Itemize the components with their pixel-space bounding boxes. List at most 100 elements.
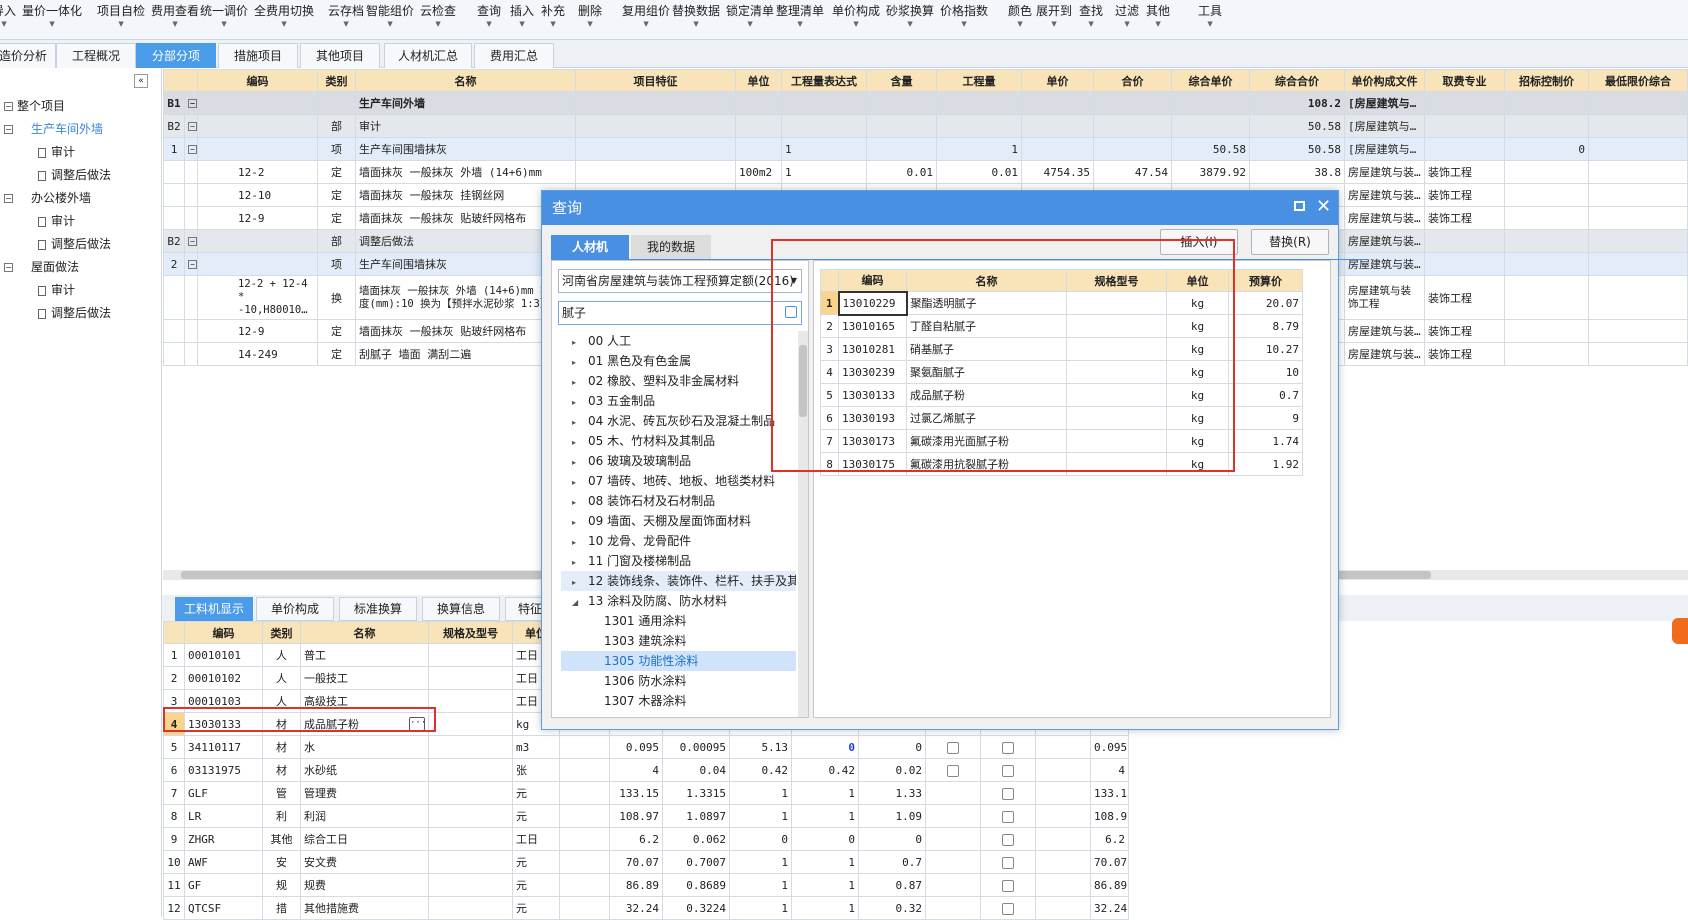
- tab-1[interactable]: 工程概况: [56, 43, 136, 68]
- cell-v3[interactable]: 1: [729, 781, 792, 805]
- cell-total[interactable]: [1093, 137, 1172, 161]
- column-header[interactable]: 预算价: [1228, 269, 1303, 292]
- cell-qty[interactable]: [936, 114, 1022, 138]
- cell-code[interactable]: 12-2: [197, 160, 318, 184]
- cell-check[interactable]: [980, 873, 1036, 897]
- cell-v1[interactable]: 0.095: [609, 735, 663, 759]
- expand-icon[interactable]: −: [4, 194, 13, 203]
- expand-icon[interactable]: −: [4, 125, 13, 134]
- cell-unit[interactable]: [735, 91, 782, 115]
- checkbox[interactable]: [1002, 856, 1014, 869]
- expand-arrow-icon[interactable]: ▸: [572, 473, 588, 493]
- cell-ctrl[interactable]: 0: [1504, 137, 1589, 161]
- tab-2[interactable]: 分部分项: [136, 43, 216, 68]
- cell-v2[interactable]: 0.04: [662, 758, 730, 782]
- cell-spec[interactable]: [428, 666, 513, 690]
- cell-file[interactable]: 房屋建筑与装…: [1344, 183, 1425, 207]
- column-header[interactable]: 工程量表达式: [781, 69, 867, 92]
- cell-price[interactable]: 10: [1228, 360, 1303, 384]
- cell-v5[interactable]: 0: [858, 735, 926, 759]
- cell-major[interactable]: [1424, 91, 1505, 115]
- cell-check[interactable]: [925, 781, 981, 805]
- column-header[interactable]: 单位: [735, 69, 782, 92]
- cell-type[interactable]: [317, 91, 356, 115]
- collapse-icon[interactable]: −: [188, 122, 197, 131]
- tab-0[interactable]: 造价分析: [0, 43, 56, 68]
- cell-type[interactable]: 部: [317, 114, 356, 138]
- cell-expr[interactable]: [781, 114, 867, 138]
- category-item[interactable]: ▸ 09 墙面、天棚及屋面饰面材料: [572, 511, 751, 531]
- replace-button[interactable]: 替换(R): [1251, 229, 1329, 255]
- cell-qty_ratio[interactable]: [866, 91, 937, 115]
- cell-qty_ratio[interactable]: [866, 114, 937, 138]
- cell-name[interactable]: 审计: [355, 114, 576, 138]
- cell-file[interactable]: 房屋建筑与装…: [1344, 160, 1425, 184]
- tab-my-data[interactable]: 我的数据: [631, 235, 711, 259]
- cell-code[interactable]: 00010102: [184, 666, 263, 690]
- toolbar-button-21[interactable]: 展开到 ▼: [1036, 2, 1072, 36]
- column-header[interactable]: 编码: [184, 621, 263, 644]
- bottom-tab-1[interactable]: 单价构成: [256, 597, 334, 621]
- cell-comp_price[interactable]: 50.58: [1171, 137, 1250, 161]
- cell-v4[interactable]: 0: [791, 735, 859, 759]
- cell-price[interactable]: [1021, 137, 1094, 161]
- table-row[interactable]: B1− 生产车间外墙 108.2 [房屋建筑与…: [163, 91, 1688, 115]
- category-item[interactable]: ▸ 07 墙砖、地砖、地板、地毯类材料: [572, 471, 775, 491]
- cell-blank[interactable]: [1588, 206, 1688, 230]
- cell-type[interactable]: 管: [262, 781, 301, 805]
- cell-check[interactable]: [980, 758, 1036, 782]
- bottom-tab-2[interactable]: 标准换算: [339, 597, 417, 621]
- cell-blank[interactable]: [575, 137, 736, 161]
- quota-select[interactable]: 河南省房屋建筑与装饰工程预算定额(2016) ▼: [558, 269, 802, 293]
- cell-unit[interactable]: 元: [512, 896, 560, 920]
- cell-file[interactable]: 房屋建筑与装…: [1344, 319, 1425, 343]
- cell-v2[interactable]: 0.3224: [662, 896, 730, 920]
- cell-ctrl[interactable]: [1504, 319, 1589, 343]
- collapse-panel-icon[interactable]: «: [134, 74, 148, 88]
- cell-v3[interactable]: 1: [729, 873, 792, 897]
- toolbar-button-7[interactable]: 智能组价 ▼: [366, 2, 414, 36]
- toolbar-button-2[interactable]: 项目自检 ▼: [97, 2, 145, 36]
- cell-unit[interactable]: 张: [512, 758, 560, 782]
- cell-file[interactable]: 房屋建筑与装…: [1344, 206, 1425, 230]
- cell-code[interactable]: 12-9: [197, 319, 318, 343]
- cell-name[interactable]: 水砂纸: [300, 758, 429, 782]
- cell-total[interactable]: [1093, 91, 1172, 115]
- cell-name[interactable]: 安文费: [300, 850, 429, 874]
- cell-check[interactable]: [980, 850, 1036, 874]
- cell-check[interactable]: [980, 781, 1036, 805]
- expand-arrow-icon[interactable]: ▸: [572, 453, 588, 473]
- cell-v1[interactable]: 86.89: [609, 873, 663, 897]
- tree-item-6[interactable]: 调整后做法: [38, 234, 111, 254]
- cell-major[interactable]: [1424, 114, 1505, 138]
- checkbox[interactable]: [1002, 879, 1014, 892]
- cell-name[interactable]: 利润: [300, 804, 429, 828]
- cell-name[interactable]: 生产车间外墙: [355, 91, 576, 115]
- cell-v4[interactable]: 1: [791, 873, 859, 897]
- column-header[interactable]: 合价: [1093, 69, 1172, 92]
- cell-v4[interactable]: 1: [791, 896, 859, 920]
- cell-v2[interactable]: 0.062: [662, 827, 730, 851]
- cell-spec[interactable]: [428, 827, 513, 851]
- checkbox[interactable]: [1002, 741, 1014, 754]
- row-toggle[interactable]: −: [184, 229, 198, 253]
- tree-item-0[interactable]: − 整个项目: [4, 96, 65, 116]
- tree-item-9[interactable]: 调整后做法: [38, 303, 111, 323]
- checkbox[interactable]: [1002, 833, 1014, 846]
- cell-ctrl[interactable]: [1504, 91, 1589, 115]
- category-item[interactable]: ◢ 13 涂料及防腐、防水材料: [572, 591, 727, 611]
- category-item[interactable]: 1307 木器涂料: [604, 691, 686, 711]
- cell-expr[interactable]: [781, 91, 867, 115]
- expand-arrow-icon[interactable]: ▸: [572, 533, 588, 553]
- collapse-icon[interactable]: −: [188, 145, 197, 154]
- cell-spec[interactable]: [428, 735, 513, 759]
- column-header[interactable]: 项目特征: [575, 69, 736, 92]
- cell-major[interactable]: 装饰工程: [1424, 160, 1505, 184]
- cell-v1[interactable]: 108.97: [609, 804, 663, 828]
- cell-v4[interactable]: 1: [791, 781, 859, 805]
- cell-type[interactable]: 换: [317, 275, 356, 320]
- cell-code[interactable]: [197, 252, 318, 276]
- cell-type[interactable]: 人: [262, 643, 301, 667]
- cell-unit[interactable]: 元: [512, 781, 560, 805]
- cell-name[interactable]: 墙面抹灰 一般抹灰 外墙 (14+6)mm: [355, 160, 576, 184]
